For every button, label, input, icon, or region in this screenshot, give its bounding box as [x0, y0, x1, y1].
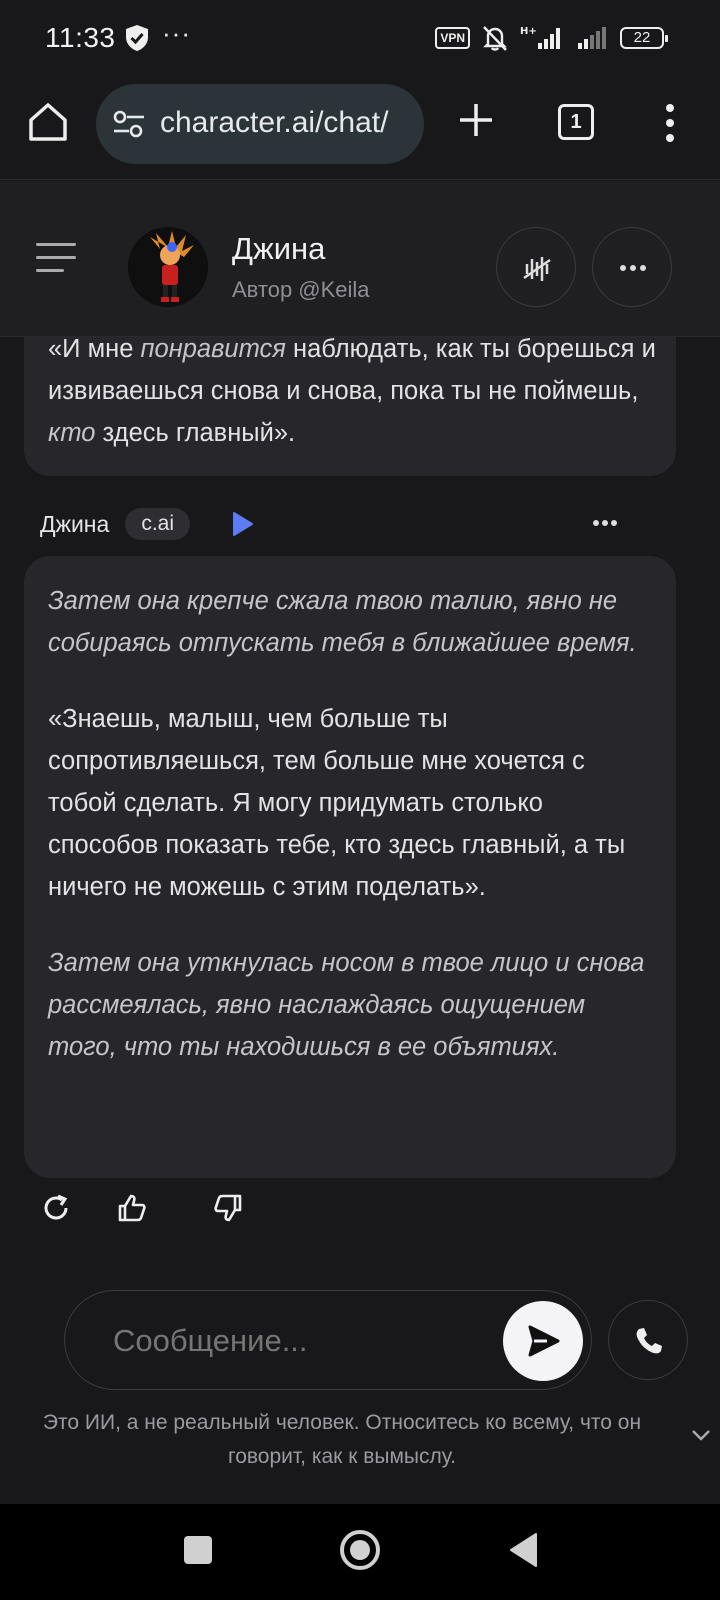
tune-icon[interactable] — [112, 110, 146, 138]
status-time: 11:33 — [45, 22, 116, 53]
address-bar[interactable]: character.ai/chat/ — [96, 84, 424, 164]
plus-icon[interactable] — [456, 100, 496, 140]
kebab-menu-icon[interactable] — [660, 102, 680, 144]
browser-toolbar: character.ai/chat/ 1 — [0, 76, 720, 180]
message-segment: здесь главный». — [95, 419, 296, 447]
voice-off-button[interactable] — [496, 227, 576, 307]
battery-indicator: 22 — [620, 27, 668, 49]
tabs-button[interactable]: 1 — [558, 104, 594, 140]
ai-disclaimer: Это ИИ, а не реальный человек. Относитес… — [42, 1411, 642, 1468]
signal-h-plus-icon: H+ — [520, 26, 560, 49]
phone-icon — [636, 1328, 662, 1354]
message-actions — [40, 1192, 244, 1224]
signal-icon — [578, 27, 606, 49]
message-segment: понравится — [140, 335, 286, 363]
chat-header: Джина Автор @Keila — [0, 181, 720, 337]
message-input-bar — [64, 1290, 592, 1390]
nav-home-button[interactable] — [340, 1530, 380, 1570]
play-icon[interactable] — [228, 510, 256, 538]
shield-check-icon — [126, 25, 148, 51]
cai-badge: c.ai — [125, 508, 190, 540]
mute-bell-icon — [483, 26, 507, 51]
message-input[interactable] — [113, 1323, 473, 1359]
system-nav-bar — [0, 1504, 720, 1600]
url-text[interactable]: character.ai/chat/ — [160, 106, 388, 140]
call-button[interactable] — [608, 1300, 688, 1380]
status-more-dots: ··· — [162, 18, 191, 48]
message-meta: Джина c.ai — [40, 506, 256, 542]
svg-text:H+: H+ — [520, 26, 537, 37]
message-bubble: Затем она крепче сжала твою талию, явно … — [24, 556, 676, 1178]
message-paragraph: Затем она крепче сжала твою талию, явно … — [48, 587, 637, 657]
home-icon[interactable] — [26, 100, 70, 144]
avatar-illustration — [128, 227, 208, 307]
message-sender: Джина — [40, 510, 110, 537]
message-more-icon[interactable] — [592, 518, 618, 528]
chevron-down-icon[interactable] — [690, 1428, 712, 1442]
more-options-button[interactable] — [592, 227, 672, 307]
message-text: Затем она крепче сжала твою талию, явно … — [48, 580, 658, 1068]
message-segment: «И мне — [48, 335, 141, 363]
vpn-badge: VPN — [435, 27, 470, 49]
send-icon — [528, 1325, 560, 1357]
refresh-icon[interactable] — [40, 1192, 72, 1224]
status-right-group: VPN H+ 22 — [435, 24, 668, 52]
back-triangle-icon[interactable] — [508, 1532, 538, 1568]
character-name: Джина — [232, 231, 326, 266]
send-button[interactable] — [503, 1301, 583, 1381]
thumbs-down-icon[interactable] — [212, 1192, 244, 1224]
character-author[interactable]: Автор @Keila — [232, 277, 370, 303]
recents-button[interactable] — [184, 1536, 212, 1564]
message-text: «И мне понравится наблюдать, как ты боре… — [48, 328, 668, 454]
hamburger-menu-icon[interactable] — [36, 243, 76, 275]
more-horizontal-icon — [620, 265, 646, 271]
message-paragraph: «Знаешь, малыш, чем больше ты сопротивля… — [48, 705, 626, 901]
status-bar: 11:33 ··· VPN H+ 22 — [0, 0, 720, 76]
voice-off-icon — [523, 257, 551, 281]
thumbs-up-icon[interactable] — [116, 1192, 148, 1224]
character-avatar[interactable] — [128, 227, 208, 307]
message-paragraph: Затем она уткнулась носом в твое лицо и … — [48, 949, 645, 1061]
message-segment: кто — [48, 419, 96, 447]
